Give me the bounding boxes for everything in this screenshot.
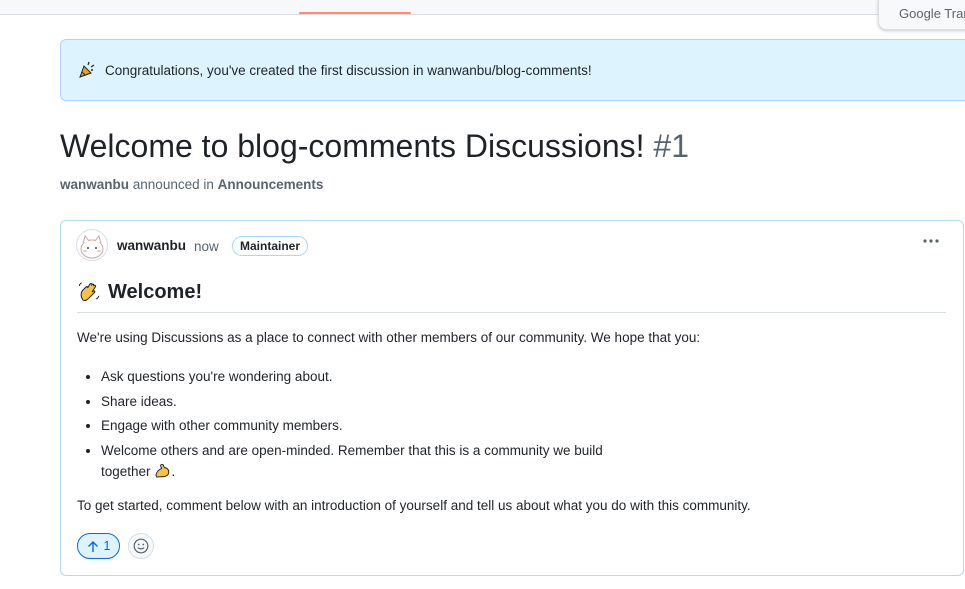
add-reaction-button[interactable] (128, 533, 154, 559)
meta-verb: announced in (132, 177, 214, 192)
meta-category-link[interactable]: Announcements (218, 177, 324, 192)
post-bullet-list: Ask questions you're wondering about. Sh… (77, 367, 641, 487)
meta-author-link[interactable]: wanwanbu (60, 177, 129, 192)
list-item-end: . (171, 464, 176, 479)
active-tab-underline (299, 12, 411, 14)
upvote-button[interactable]: 1 (77, 533, 120, 559)
discussion-post-card: wanwanbu now Maintainer Welcome! We're u… (60, 220, 964, 576)
post-intro-text: We're using Discussions as a place to co… (77, 330, 701, 345)
list-item-text: Welcome others and are open-minded. Reme… (101, 442, 603, 480)
post-heading: Welcome! (77, 279, 946, 313)
list-item: Share ideas. (101, 392, 641, 413)
smiley-icon (133, 538, 149, 554)
avatar[interactable] (76, 229, 108, 261)
list-item: Ask questions you're wondering about. (101, 367, 641, 388)
discussion-title: Welcome to blog-comments Discussions! #1 (60, 124, 689, 168)
list-item: Welcome others and are open-minded. Reme… (101, 441, 641, 483)
flexed-biceps-icon (154, 463, 169, 478)
google-translate-widget[interactable]: Google Trans (878, 0, 965, 30)
upvote-count: 1 (103, 539, 111, 553)
cat-avatar-icon (80, 234, 104, 259)
more-options-icon[interactable] (921, 231, 941, 251)
waving-hand-icon (79, 282, 100, 302)
party-popper-icon (79, 61, 95, 78)
top-navigation-bar (0, 0, 965, 15)
maintainer-badge: Maintainer (232, 236, 309, 256)
arrow-up-icon (87, 540, 98, 552)
post-timestamp[interactable]: now (194, 239, 219, 254)
discussion-number: #1 (653, 128, 689, 164)
list-item: Engage with other community members. (101, 416, 641, 437)
post-author-link[interactable]: wanwanbu (117, 238, 186, 253)
success-flash-banner: Congratulations, you've created the firs… (60, 39, 965, 101)
post-outro-text: To get started, comment below with an in… (77, 498, 751, 513)
flash-message: Congratulations, you've created the firs… (105, 62, 592, 78)
discussion-title-text: Welcome to blog-comments Discussions! (60, 128, 645, 164)
discussion-meta: wanwanbu announced in Announcements (60, 177, 323, 192)
post-heading-text: Welcome! (108, 281, 203, 303)
